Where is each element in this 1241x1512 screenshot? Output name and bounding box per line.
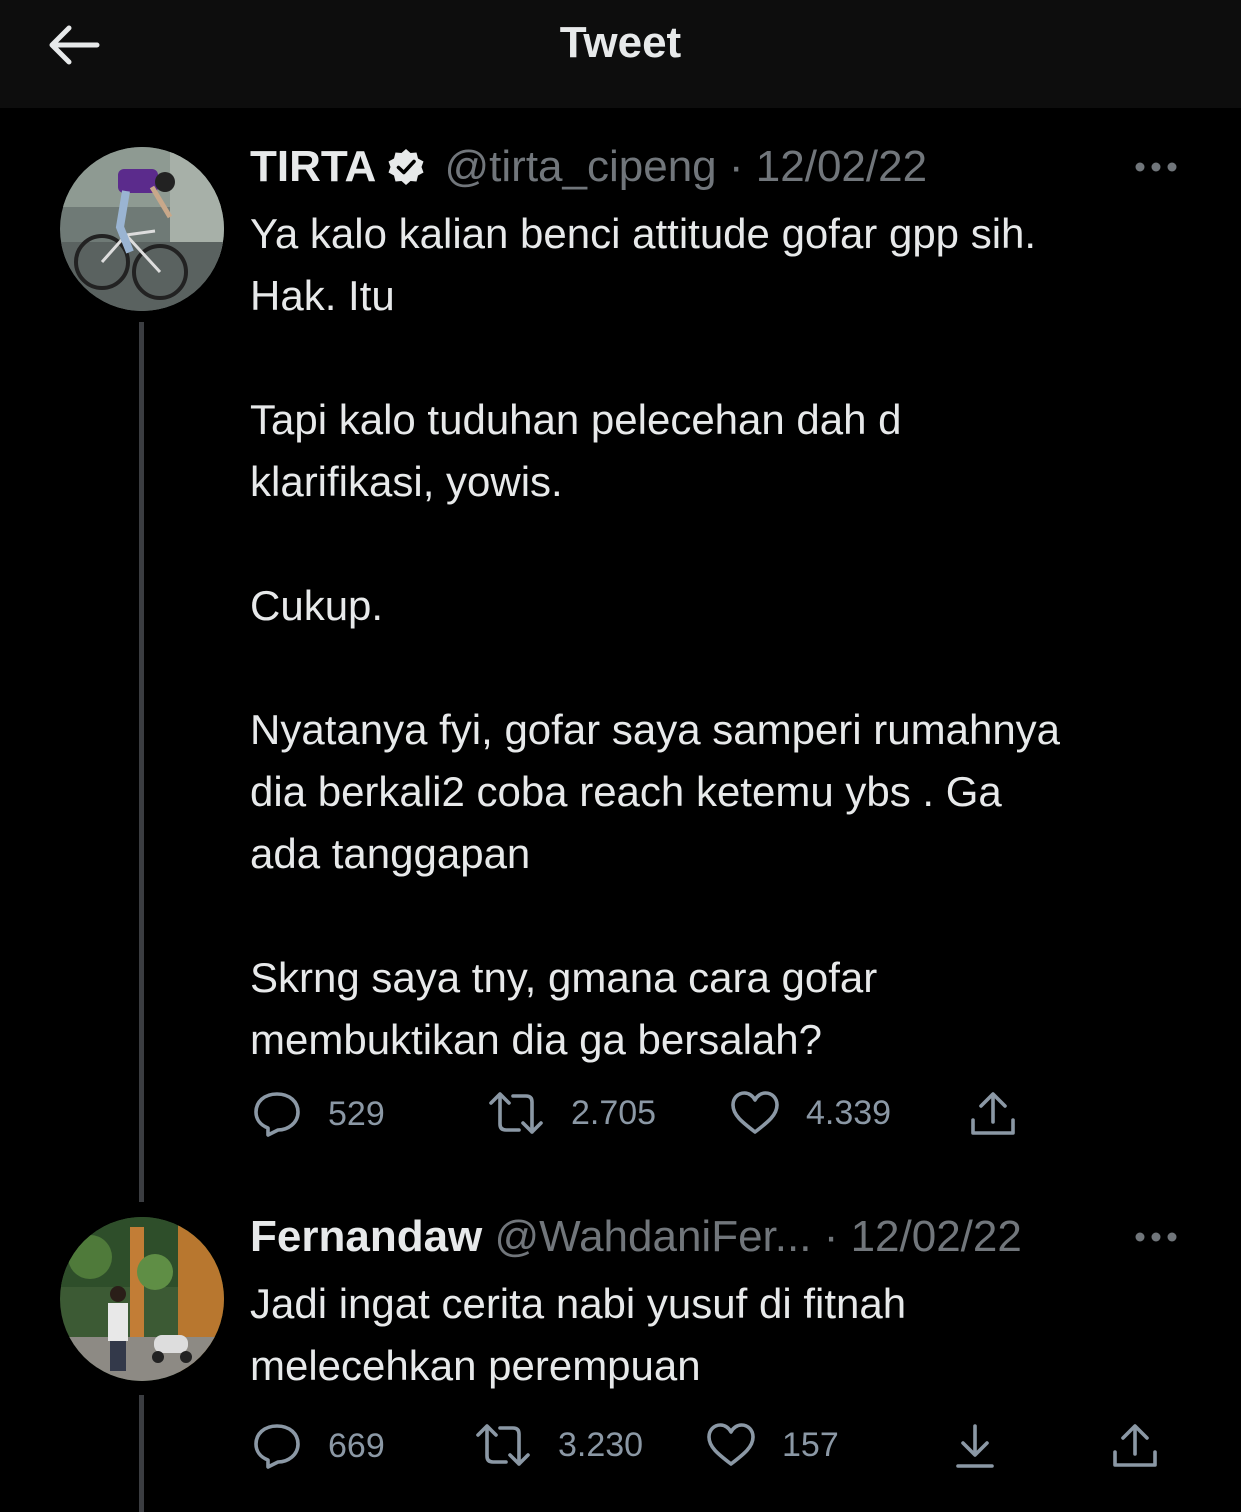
user-handle[interactable]: @tirta_cipeng (445, 142, 717, 191)
avatar-photo-image (60, 1217, 224, 1381)
reply-button-2[interactable]: 669 (252, 1422, 385, 1470)
retweet-icon (476, 1424, 530, 1466)
share-button[interactable] (968, 1090, 1018, 1138)
download-icon (956, 1424, 994, 1468)
heart-icon (707, 1423, 755, 1466)
tweet-text-2: Jadi ingat cerita nabi yusuf di fitnah m… (250, 1280, 907, 1389)
reply-icon (254, 1092, 300, 1137)
reply-count: 529 (328, 1094, 385, 1133)
like-button-2[interactable]: 157 (706, 1422, 839, 1468)
display-name[interactable]: TIRTA (250, 142, 376, 191)
more-dots-icon (1135, 162, 1177, 172)
thread-line (139, 322, 144, 1202)
verified-badge-icon (386, 146, 426, 200)
retweet-icon (489, 1092, 543, 1134)
display-name[interactable]: Fernandaw (250, 1212, 482, 1261)
heart-icon (731, 1091, 779, 1134)
user-handle[interactable]: @WahdaniFer... (495, 1212, 812, 1261)
more-options-button-2[interactable] (1128, 1222, 1184, 1252)
avatar-cyclist-image (60, 147, 224, 311)
like-count: 4.339 (806, 1093, 892, 1132)
separator-dot: · (728, 142, 744, 191)
retweet-count: 2.705 (571, 1093, 657, 1132)
tweet-header-2: Fernandaw @WahdaniFer... · 12/02/22 (250, 1210, 1022, 1264)
separator-dot: · (823, 1212, 839, 1261)
share-button-2[interactable] (1110, 1422, 1160, 1470)
tweet-text: Ya kalo kalian benci attitude gofar gpp … (250, 210, 1061, 1063)
like-count: 157 (782, 1425, 839, 1464)
download-button[interactable] (950, 1422, 1000, 1470)
retweet-button[interactable]: 2.705 (487, 1090, 656, 1136)
avatar-tirta[interactable] (60, 147, 224, 311)
more-dots-icon (1135, 1232, 1177, 1242)
share-icon (971, 1092, 1015, 1135)
like-button[interactable]: 4.339 (730, 1090, 891, 1136)
more-options-button[interactable] (1128, 152, 1184, 182)
reply-button[interactable]: 529 (252, 1090, 385, 1138)
reply-icon (254, 1424, 300, 1469)
tweet-date[interactable]: 12/02/22 (851, 1212, 1022, 1261)
page-title: Tweet (559, 18, 682, 67)
retweet-count: 3.230 (558, 1425, 644, 1464)
tweet-header: TIRTA @tirta_cipeng · 12/02/22 (250, 140, 927, 200)
reply-count: 669 (328, 1426, 385, 1465)
tweet-date[interactable]: 12/02/22 (756, 142, 927, 191)
retweet-button-2[interactable]: 3.230 (474, 1422, 643, 1468)
share-icon (1113, 1424, 1157, 1467)
thread-line-2 (139, 1395, 144, 1512)
top-bar: Tweet (0, 0, 1241, 108)
avatar-fernandaw[interactable] (60, 1217, 224, 1381)
